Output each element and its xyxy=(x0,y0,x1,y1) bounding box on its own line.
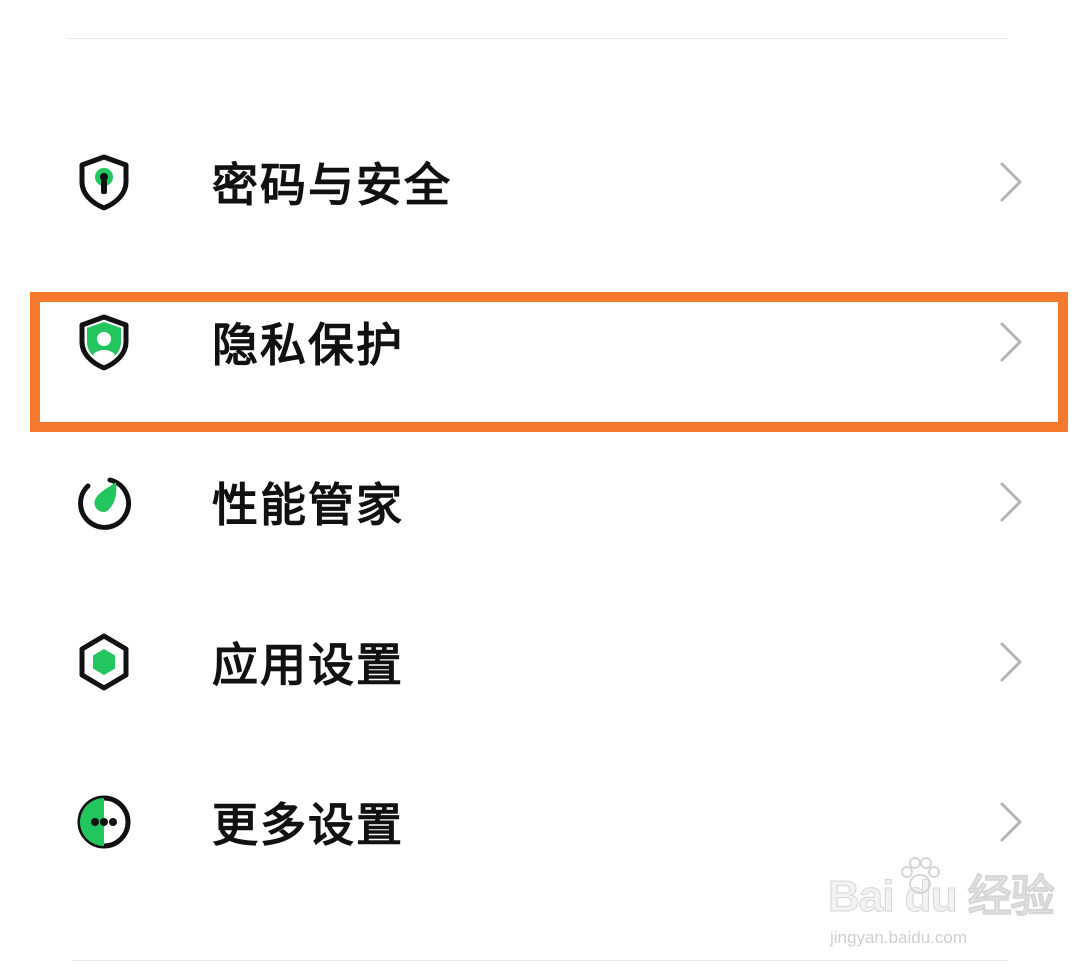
settings-item-label: 隐私保护 xyxy=(212,318,404,372)
chevron-right-icon xyxy=(998,480,1026,524)
shield-person-icon xyxy=(74,312,134,372)
watermark-url: jingyan.baidu.com xyxy=(830,928,968,947)
paw-icon xyxy=(898,856,942,896)
performance-leaf-icon xyxy=(74,472,134,532)
chevron-right-icon xyxy=(998,800,1026,844)
top-divider xyxy=(68,38,1008,39)
hexagon-apps-icon xyxy=(74,632,134,692)
settings-item-label: 更多设置 xyxy=(212,798,404,852)
settings-item-label: 性能管家 xyxy=(212,478,404,532)
settings-item-performance-manager[interactable]: 性能管家 xyxy=(30,432,1068,572)
settings-item-label: 密码与安全 xyxy=(212,158,452,212)
baidu-jingyan-watermark: Bai du 经验 jingyan.baidu.com xyxy=(828,857,1055,956)
settings-page: 密码与安全 隐私保护 性能管家 应用设置 更多设置 Bai du 经验 jing… xyxy=(0,0,1080,977)
settings-item-password-security[interactable]: 密码与安全 xyxy=(30,112,1068,252)
chevron-right-icon xyxy=(998,160,1026,204)
bottom-divider xyxy=(72,960,1008,961)
chevron-right-icon xyxy=(998,640,1026,684)
shield-keyhole-icon xyxy=(74,152,134,212)
settings-item-label: 应用设置 xyxy=(212,638,404,692)
settings-item-privacy-protection[interactable]: 隐私保护 xyxy=(30,272,1068,412)
chevron-right-icon xyxy=(998,320,1026,364)
more-dots-icon xyxy=(74,792,134,852)
settings-item-app-settings[interactable]: 应用设置 xyxy=(30,592,1068,732)
